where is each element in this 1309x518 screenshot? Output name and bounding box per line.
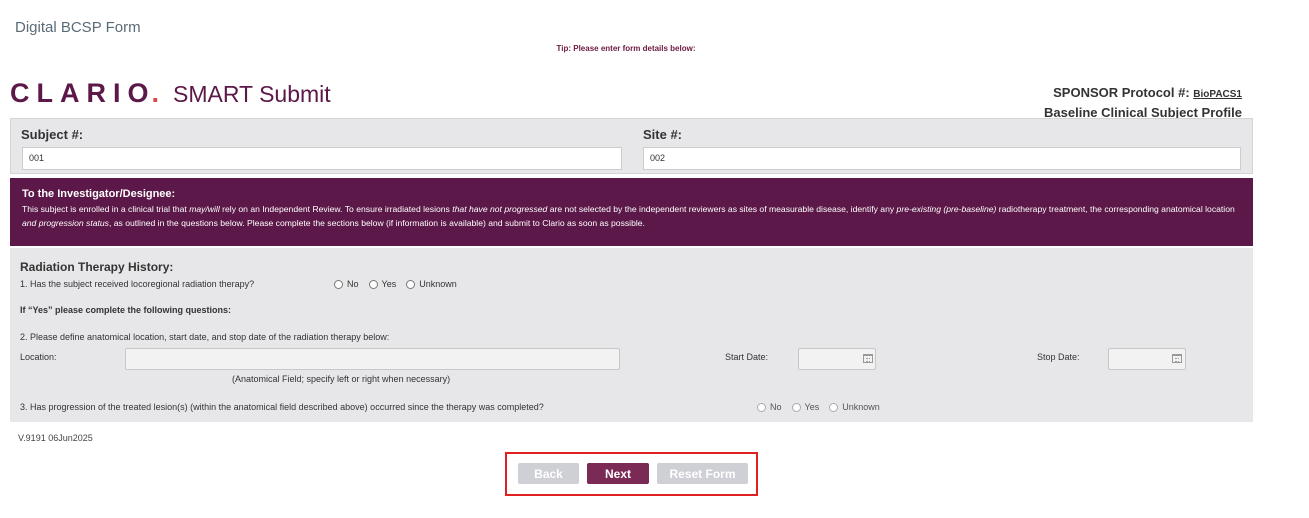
- back-button[interactable]: Back: [518, 463, 579, 484]
- logo-dot: .: [151, 78, 160, 108]
- q1-no-radio[interactable]: [334, 279, 343, 289]
- sponsor-protocol-id: BioPACS1: [1193, 89, 1242, 100]
- investigator-heading: To the Investigator/Designee:: [22, 188, 176, 200]
- sponsor-info: SPONSOR Protocol #: BioPACS1 Baseline Cl…: [1044, 84, 1242, 122]
- q3-yes-label: Yes: [804, 402, 820, 412]
- if-yes-instruction: If “Yes” please complete the following q…: [20, 305, 232, 315]
- q3-unknown-label: Unknown: [842, 402, 880, 412]
- stop-date-label: Stop Date:: [1037, 352, 1080, 362]
- start-date-label: Start Date:: [725, 352, 769, 362]
- q3-no-radio[interactable]: [757, 402, 766, 412]
- tip-text: Tip: Please enter form details below:: [556, 44, 696, 53]
- sponsor-protocol-line: SPONSOR Protocol #: BioPACS1: [1044, 84, 1242, 104]
- subject-site-panel: Subject #: 001 Site #: 002: [10, 118, 1253, 174]
- question-1-text: 1. Has the subject received locoregional…: [20, 279, 255, 289]
- q3-yes-radio[interactable]: [791, 402, 801, 412]
- app-title: Digital BCSP Form: [15, 19, 141, 36]
- reset-form-button[interactable]: Reset Form: [657, 463, 748, 484]
- investigator-body: This subject is enrolled in a clinical t…: [22, 204, 1235, 228]
- sponsor-protocol-label: SPONSOR Protocol #:: [1053, 85, 1194, 100]
- version-text: V.9191 06Jun2025: [18, 433, 93, 443]
- clario-logo: CLARIO . SMART Submit: [10, 78, 331, 109]
- q1-yes-radio[interactable]: [368, 279, 378, 289]
- product-name: SMART Submit: [173, 81, 331, 107]
- calendar-icon[interactable]: [863, 354, 873, 363]
- location-label: Location:: [20, 352, 57, 362]
- question-1-options: No Yes Unknown: [334, 279, 467, 289]
- next-button[interactable]: Next: [587, 463, 649, 484]
- q3-no-label: No: [770, 402, 782, 412]
- calendar-icon[interactable]: [1172, 354, 1182, 363]
- question-3-options: No Yes Unknown: [757, 402, 890, 412]
- q1-yes-label: Yes: [381, 279, 397, 289]
- investigator-notice: To the Investigator/Designee: This subje…: [10, 178, 1253, 246]
- logo-wordmark: CLARIO: [10, 78, 156, 108]
- location-hint: (Anatomical Field; specify left or right…: [232, 374, 451, 384]
- radiation-therapy-panel: Radiation Therapy History: 1. Has the su…: [10, 248, 1253, 422]
- radiation-heading: Radiation Therapy History:: [20, 260, 174, 274]
- q1-no-label: No: [347, 279, 359, 289]
- question-3-text: 3. Has progression of the treated lesion…: [20, 402, 544, 412]
- location-input[interactable]: [125, 348, 620, 370]
- subject-number-label: Subject #:: [21, 127, 84, 142]
- site-number-label: Site #:: [643, 127, 683, 142]
- q1-unknown-label: Unknown: [419, 279, 457, 289]
- q3-unknown-radio[interactable]: [829, 402, 839, 412]
- site-number-input[interactable]: 002: [643, 147, 1241, 170]
- subject-number-input[interactable]: 001: [22, 147, 622, 170]
- question-2-text: 2. Please define anatomical location, st…: [20, 332, 390, 342]
- q1-unknown-radio[interactable]: [406, 279, 416, 289]
